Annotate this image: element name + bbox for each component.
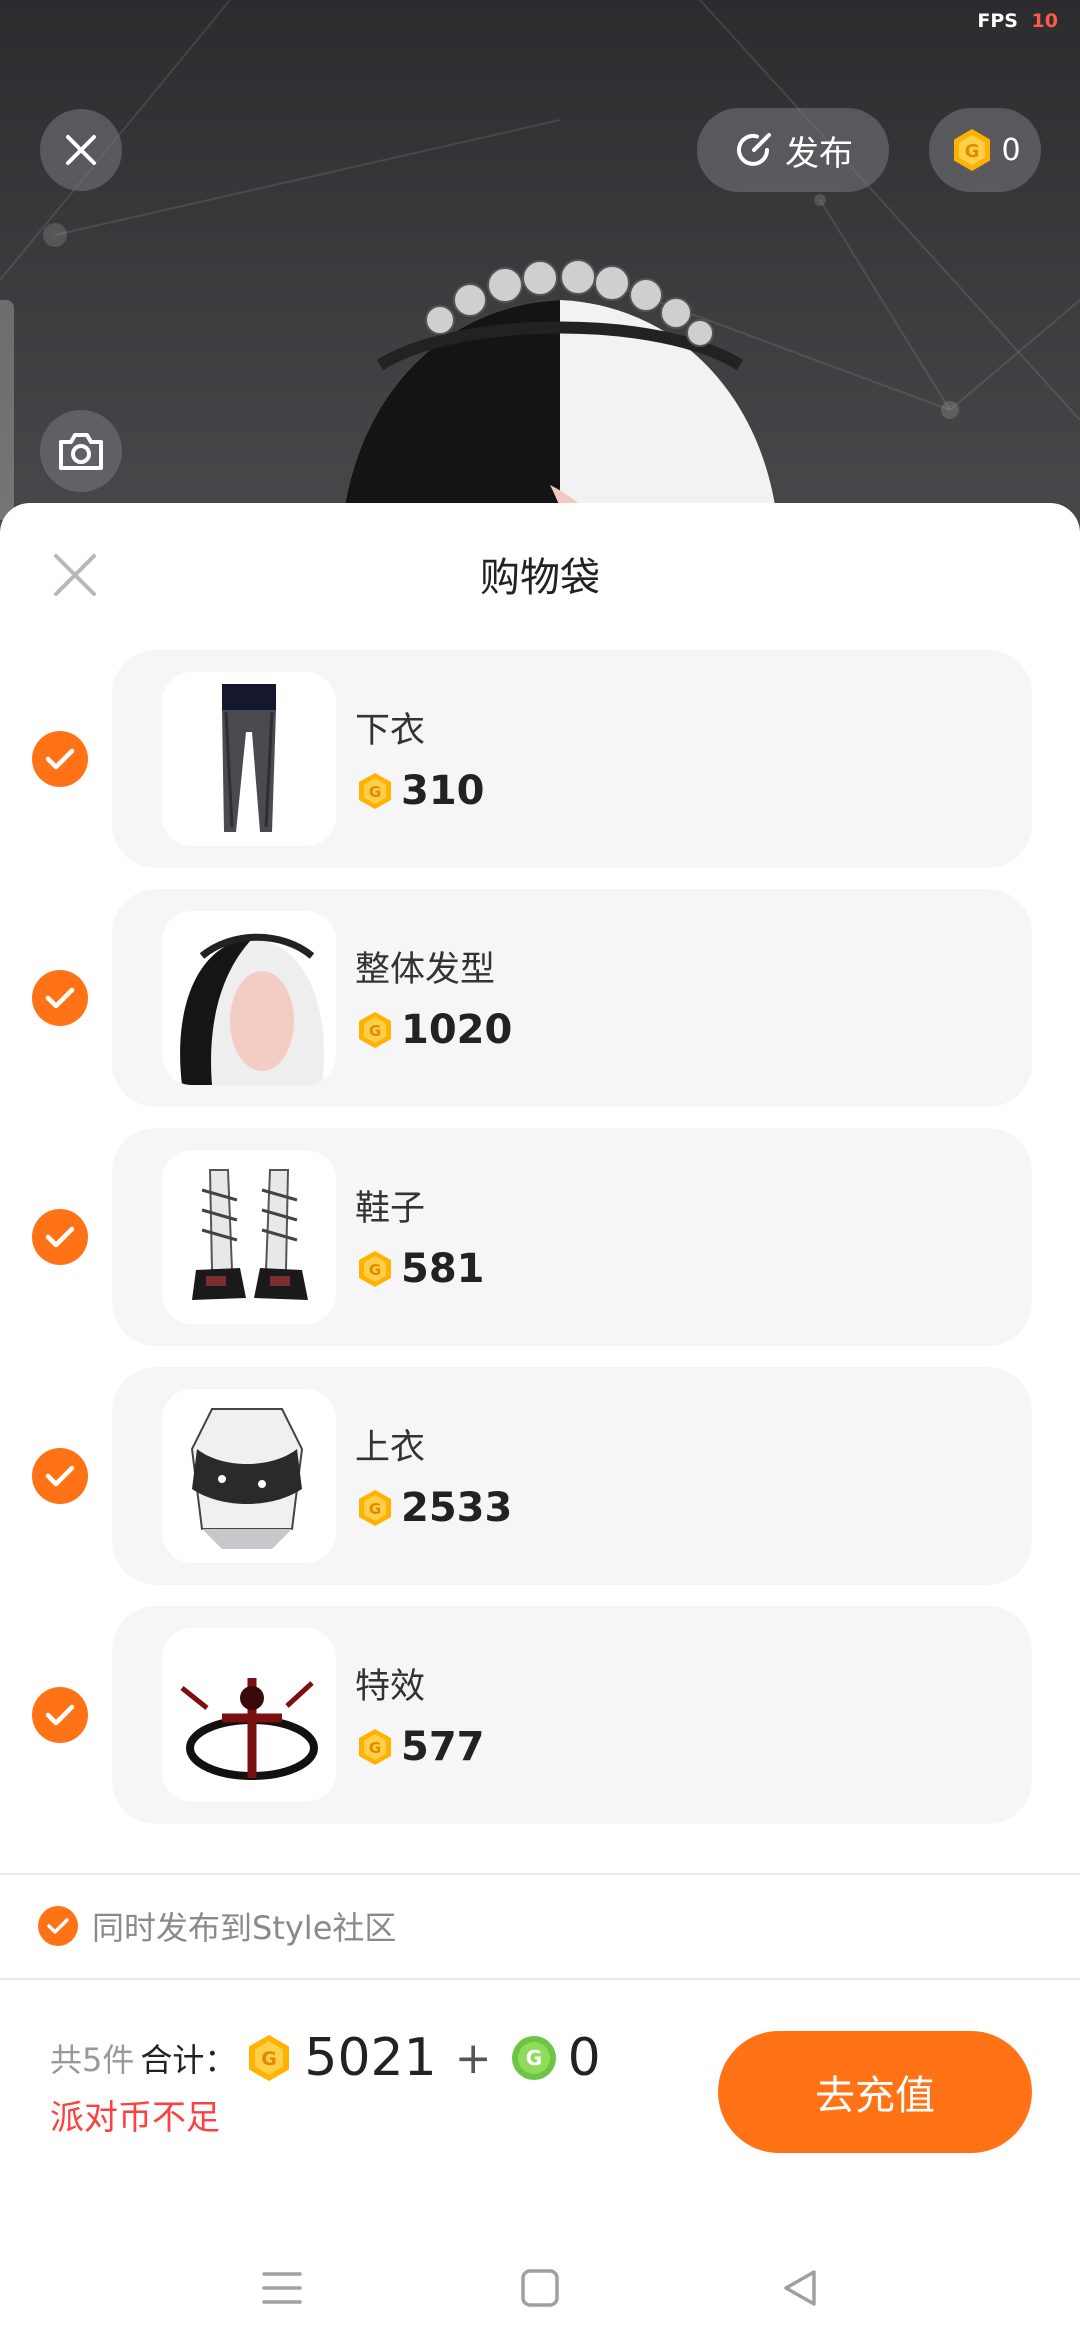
svg-text:G: G [965, 141, 980, 162]
avatar-preview-scene[interactable] [0, 0, 1080, 560]
party-coin-icon: G [359, 1251, 391, 1287]
hairstyle-image [180, 933, 324, 1085]
item-price: G 1020 [355, 1007, 512, 1053]
menu-icon [262, 2272, 302, 2304]
nav-menu-button[interactable] [252, 2258, 312, 2318]
top-garment-image [190, 1408, 304, 1549]
checkmark-icon [45, 1465, 75, 1487]
green-coin-total: 0 [567, 2028, 601, 2088]
cart-item: 下衣 G 310 [0, 650, 1080, 889]
cart-item-card[interactable]: 鞋子 G 581 [112, 1128, 1032, 1346]
party-coin-icon: G [359, 1729, 391, 1765]
item-checkbox[interactable] [32, 731, 88, 787]
svg-text:G: G [369, 1500, 381, 1518]
coin-balance-value: 0 [1001, 132, 1021, 168]
recharge-button[interactable]: 去充值 [718, 2031, 1032, 2153]
item-thumbnail [162, 1150, 336, 1324]
cart-item-card[interactable]: 整体发型 G 1020 [112, 889, 1032, 1107]
cart-item-list: 下衣 G 310 整体发型 G 1020 鞋子 G 581 上衣 G 2533 … [0, 650, 1080, 1845]
party-coin-icon: G [249, 2035, 290, 2081]
item-checkbox[interactable] [32, 970, 88, 1026]
item-price: G 2533 [355, 1485, 512, 1531]
camera-button[interactable] [40, 410, 122, 492]
item-name: 特效 [355, 1667, 426, 1707]
party-coin-icon: G [359, 1012, 391, 1048]
party-coin-icon: G [359, 1490, 391, 1526]
item-count: 共5件 [50, 2041, 135, 2079]
leggings-image [222, 684, 276, 832]
cart-item-card[interactable]: 下衣 G 310 [112, 650, 1032, 868]
boots-image [192, 1169, 308, 1300]
nav-back-button[interactable] [770, 2258, 830, 2318]
item-thumbnail [162, 1389, 336, 1563]
insufficient-balance-warning: 派对币不足 [50, 2098, 220, 2138]
item-name: 下衣 [355, 711, 426, 751]
cart-item: 整体发型 G 1020 [0, 889, 1080, 1128]
item-name: 整体发型 [355, 950, 496, 990]
item-price-value: 2533 [401, 1485, 513, 1531]
sheet-title: 购物袋 [480, 555, 600, 601]
coin-balance-button[interactable]: G 0 [929, 108, 1041, 192]
back-triangle-icon [784, 2270, 816, 2306]
publish-to-community-checkbox[interactable] [38, 1906, 78, 1946]
item-thumbnail [162, 911, 336, 1085]
item-name: 上衣 [355, 1428, 426, 1468]
cart-item-card[interactable]: 特效 G 577 [112, 1606, 1032, 1824]
shopping-bag-sheet: 购物袋 下衣 G 310 整体发型 G 1020 鞋子 G 581 上衣 G 2… [0, 503, 1080, 2340]
side-drawer-handle[interactable] [0, 300, 14, 520]
total-label: 合计： [140, 2041, 237, 2079]
item-price-value: 577 [401, 1724, 485, 1770]
item-price: G 577 [355, 1724, 485, 1770]
item-checkbox[interactable] [32, 1209, 88, 1265]
svg-text:G: G [262, 2048, 278, 2070]
cart-item-card[interactable]: 上衣 G 2533 [112, 1367, 1032, 1585]
fps-value: 10 [1031, 10, 1058, 32]
close-editor-button[interactable] [40, 109, 122, 191]
publish-to-community-label: 同时发布到Style社区 [92, 1909, 397, 1947]
checkmark-icon [45, 1226, 75, 1248]
item-thumbnail [162, 672, 336, 846]
nav-home-button[interactable] [510, 2258, 570, 2318]
divider [0, 1873, 1080, 1875]
svg-text:G: G [369, 1022, 381, 1040]
effect-image [180, 1678, 318, 1780]
publish-label: 发布 [785, 133, 853, 174]
close-icon [66, 135, 96, 165]
checkmark-icon [45, 987, 75, 1009]
publish-button[interactable]: 发布 [697, 108, 889, 192]
plus-sign: + [454, 2032, 492, 2084]
item-thumbnail [162, 1628, 336, 1802]
cart-item: 特效 G 577 [0, 1606, 1080, 1845]
svg-text:G: G [369, 1739, 381, 1757]
item-price-value: 1020 [401, 1007, 513, 1053]
item-price-value: 581 [401, 1246, 485, 1292]
publish-to-community-option[interactable]: 同时发布到Style社区 [38, 1903, 396, 1949]
publish-icon [737, 133, 771, 166]
cart-item: 上衣 G 2533 [0, 1367, 1080, 1606]
svg-text:G: G [525, 2046, 541, 2070]
item-checkbox[interactable] [32, 1687, 88, 1743]
party-coin-icon: G [359, 773, 391, 809]
cart-item: 鞋子 G 581 [0, 1128, 1080, 1367]
fps-label: FPS [977, 10, 1018, 32]
item-price: G 310 [355, 768, 485, 814]
party-coin-total: 5021 [304, 2028, 437, 2088]
checkmark-icon [45, 1704, 75, 1726]
item-price: G 581 [355, 1246, 485, 1292]
item-checkbox[interactable] [32, 1448, 88, 1504]
order-summary: 共5件 合计： G 5021 + G 0 派对币不足 [50, 2028, 601, 2139]
checkmark-icon [45, 748, 75, 770]
camera-icon [59, 433, 103, 470]
party-coin-icon: G [954, 129, 991, 171]
home-square-icon [521, 2269, 559, 2307]
item-price-value: 310 [401, 768, 485, 814]
system-navigation-bar [0, 2236, 1080, 2340]
svg-text:G: G [369, 1261, 381, 1279]
green-coin-icon: G [511, 2036, 556, 2080]
divider [0, 1978, 1080, 1980]
checkmark-icon [47, 1918, 69, 1934]
svg-text:G: G [369, 783, 381, 801]
item-name: 鞋子 [355, 1189, 426, 1229]
